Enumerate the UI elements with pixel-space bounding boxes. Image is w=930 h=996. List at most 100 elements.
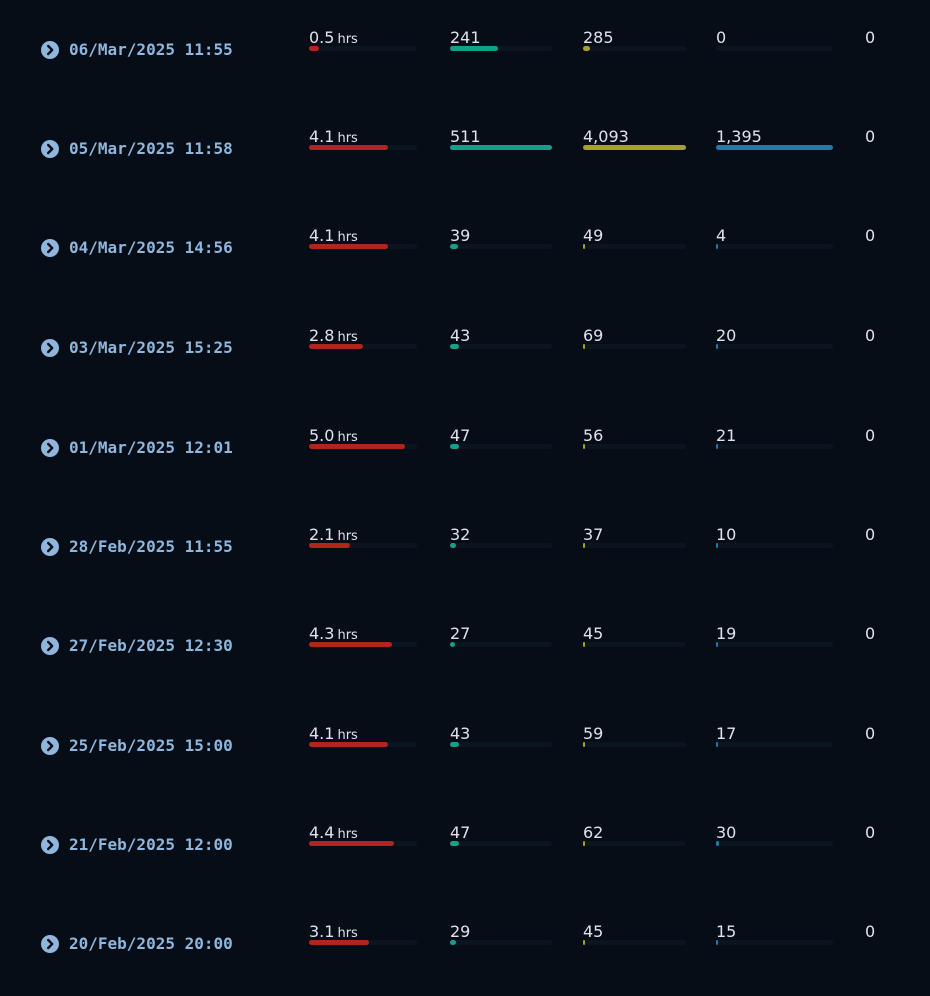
metric-bar-track — [309, 642, 417, 647]
metric-unit: hrs — [337, 32, 358, 47]
metric-value: 20 — [716, 326, 736, 345]
table-row[interactable]: 20/Feb/2025 20:00 3.1 hrs 29 45 15 0 — [0, 922, 930, 995]
chevron-right-icon[interactable] — [41, 637, 59, 655]
metric-bar-track — [583, 145, 686, 150]
metric-bar-track — [309, 344, 417, 349]
table-row[interactable]: 06/Mar/2025 11:55 0.5 hrs 241 285 0 0 — [0, 28, 930, 101]
metric-number: 69 — [583, 326, 604, 345]
row-date[interactable]: 01/Mar/2025 12:01 — [69, 438, 233, 457]
metric-unit: hrs — [337, 926, 358, 941]
row-date[interactable]: 28/Feb/2025 11:55 — [69, 537, 233, 556]
metric-bar-fill — [450, 742, 459, 747]
metric-bar-fill — [450, 543, 457, 548]
metric-value: 3.1 hrs — [309, 922, 358, 941]
row-date[interactable]: 06/Mar/2025 11:55 — [69, 40, 233, 59]
row-date[interactable]: 20/Feb/2025 20:00 — [69, 934, 233, 953]
metric-value: 45 — [583, 624, 603, 643]
metric-number: 5.0 — [309, 426, 335, 445]
metric-bar-fill — [309, 145, 389, 150]
metric-bar-track — [450, 940, 552, 945]
metric-value: 30 — [716, 823, 736, 842]
metric-bar-fill — [450, 344, 459, 349]
metric-value: 4,093 — [583, 127, 629, 146]
metric-bar-track — [450, 742, 552, 747]
row-date[interactable]: 04/Mar/2025 14:56 — [69, 238, 233, 257]
metric-value: 29 — [450, 922, 470, 941]
chevron-right-icon[interactable] — [41, 339, 59, 357]
metric-number: 4.4 — [309, 823, 335, 842]
metric-bar-track — [309, 940, 417, 945]
metric-number: 4.1 — [309, 724, 335, 743]
table-row[interactable]: 03/Mar/2025 15:25 2.8 hrs 43 69 20 0 — [0, 326, 930, 399]
metric-value: 4.3 hrs — [309, 624, 358, 643]
row-date[interactable]: 21/Feb/2025 12:00 — [69, 835, 233, 854]
row-date[interactable]: 03/Mar/2025 15:25 — [69, 338, 233, 357]
metric-value: 0 — [865, 724, 876, 743]
metric-bar-track — [583, 244, 686, 249]
chevron-right-icon[interactable] — [41, 41, 59, 59]
metric-value: 43 — [450, 724, 470, 743]
metric-value: 62 — [583, 823, 603, 842]
metric-bar-fill — [583, 344, 585, 349]
metric-value: 19 — [716, 624, 736, 643]
metric-unit: hrs — [337, 430, 358, 445]
metric-bar-fill — [583, 543, 585, 548]
metric-unit: hrs — [337, 230, 358, 245]
metric-value: 1,395 — [716, 127, 762, 146]
metric-value: 4 — [716, 226, 726, 245]
metric-value: 69 — [583, 326, 603, 345]
metric-bar-fill — [450, 642, 456, 647]
chevron-right-icon[interactable] — [41, 538, 59, 556]
table-row[interactable]: 25/Feb/2025 15:00 4.1 hrs 43 59 17 0 — [0, 724, 930, 797]
row-date[interactable]: 25/Feb/2025 15:00 — [69, 736, 233, 755]
metric-number: 49 — [583, 226, 604, 245]
metric-bar-fill — [583, 244, 585, 249]
table-row[interactable]: 04/Mar/2025 14:56 4.1 hrs 39 49 4 0 — [0, 226, 930, 299]
metric-number: 59 — [583, 724, 604, 743]
table-row[interactable]: 05/Mar/2025 11:58 4.1 hrs 511 4,093 1,395 0 — [0, 127, 930, 200]
chevron-right-icon[interactable] — [41, 836, 59, 854]
chevron-right-icon[interactable] — [41, 439, 59, 457]
metric-bar-track — [450, 444, 552, 449]
metric-value: 4.1 hrs — [309, 127, 358, 146]
metric-number: 29 — [450, 922, 471, 941]
table-row[interactable]: 01/Mar/2025 12:01 5.0 hrs 47 56 21 0 — [0, 426, 930, 499]
metric-bar-track — [450, 344, 552, 349]
metric-bar-fill — [583, 46, 591, 51]
metric-unit: hrs — [337, 131, 358, 146]
metric-number: 43 — [450, 326, 471, 345]
metric-bar-track — [309, 841, 417, 846]
metric-number: 27 — [450, 624, 471, 643]
metric-value: 32 — [450, 525, 470, 544]
metric-value: 17 — [716, 724, 736, 743]
metric-value: 0 — [865, 426, 876, 445]
metric-value: 4.1 hrs — [309, 226, 358, 245]
table-row[interactable]: 27/Feb/2025 12:30 4.3 hrs 27 45 19 0 — [0, 624, 930, 697]
metric-number: 3.1 — [309, 922, 335, 941]
metric-value: 0 — [865, 624, 876, 643]
metric-value: 0 — [865, 28, 876, 47]
table-row[interactable]: 21/Feb/2025 12:00 4.4 hrs 47 62 30 0 — [0, 823, 930, 896]
metric-number: 47 — [450, 426, 471, 445]
metric-bar-fill — [716, 940, 718, 945]
metric-bar-fill — [309, 344, 363, 349]
chevron-right-icon[interactable] — [41, 935, 59, 953]
metric-value: 45 — [583, 922, 603, 941]
table-row[interactable]: 28/Feb/2025 11:55 2.1 hrs 32 37 10 0 — [0, 525, 930, 598]
chevron-right-icon[interactable] — [41, 140, 59, 158]
metric-unit: hrs — [337, 330, 358, 345]
metric-bar-track — [583, 46, 686, 51]
chevron-right-icon[interactable] — [41, 239, 59, 257]
metric-number: 4.1 — [309, 226, 335, 245]
row-date[interactable]: 05/Mar/2025 11:58 — [69, 139, 233, 158]
metric-bar-fill — [583, 841, 585, 846]
metric-bar-fill — [716, 344, 718, 349]
chevron-right-icon[interactable] — [41, 737, 59, 755]
metric-bar-track — [583, 642, 686, 647]
metric-bar-track — [716, 642, 833, 647]
metric-value: 4.1 hrs — [309, 724, 358, 743]
metric-bar-fill — [583, 642, 585, 647]
row-date[interactable]: 27/Feb/2025 12:30 — [69, 636, 233, 655]
metric-bar-track — [583, 543, 686, 548]
metric-number: 30 — [716, 823, 737, 842]
